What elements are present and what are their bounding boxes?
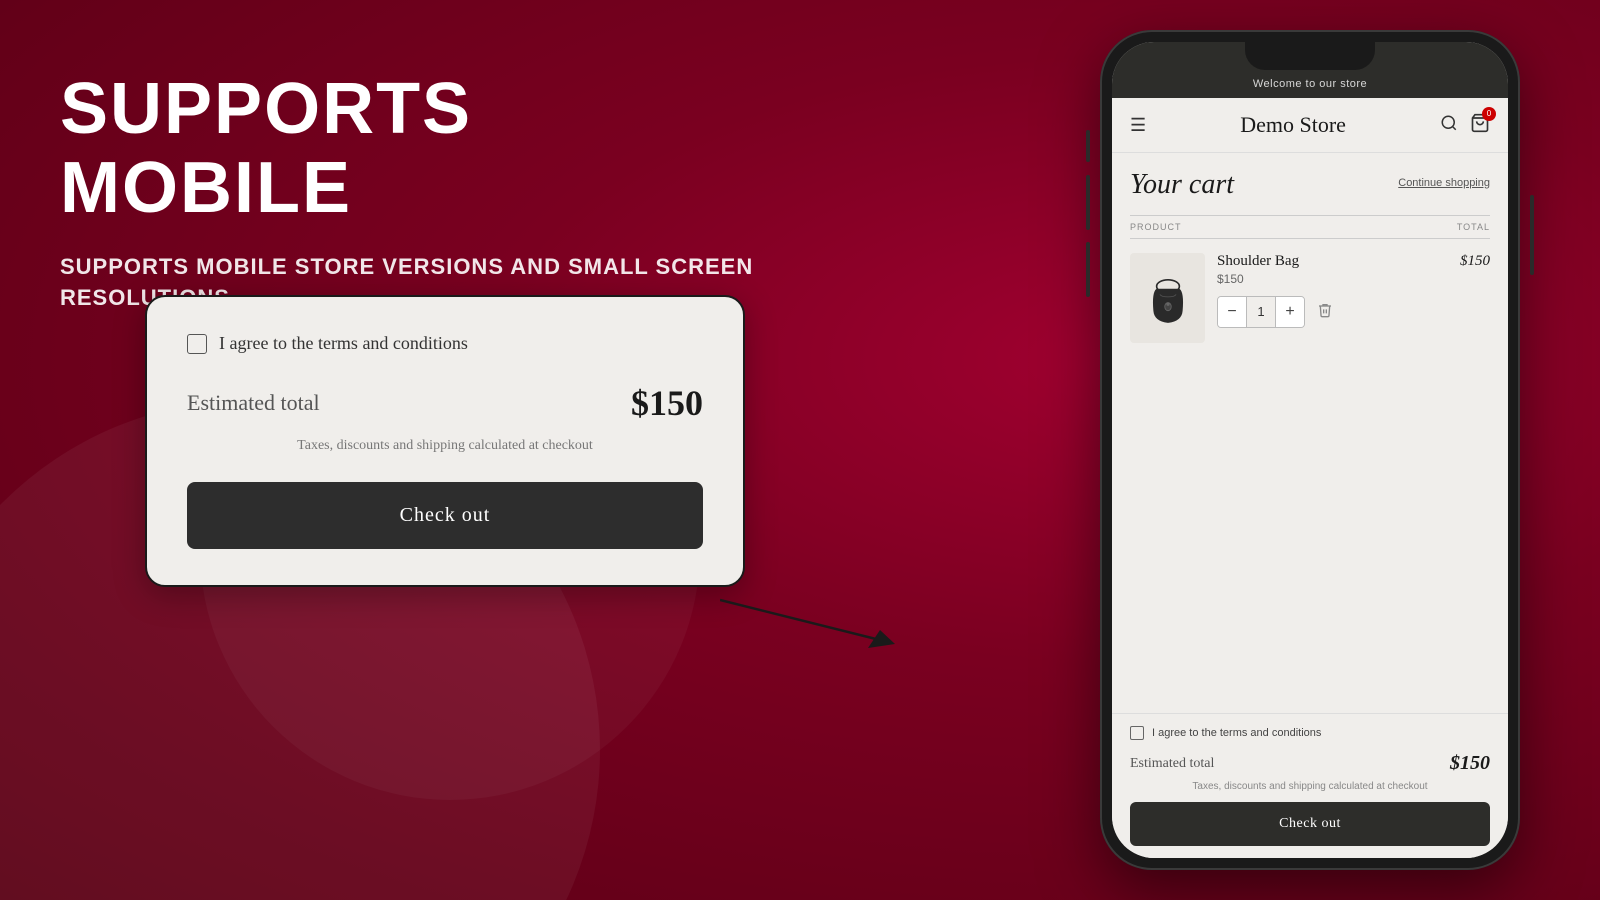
qty-decrease-button[interactable]: −: [1218, 297, 1246, 327]
phone-estimated-label: Estimated total: [1130, 756, 1214, 772]
card-total-amount: $150: [631, 382, 703, 424]
phone-screen: Welcome to our store ☰ Demo Store: [1112, 42, 1508, 858]
product-name-price-row: Shoulder Bag $150: [1217, 253, 1490, 272]
continue-shopping-link[interactable]: Continue shopping: [1398, 177, 1490, 189]
phone-terms-label: I agree to the terms and conditions: [1152, 727, 1321, 739]
header-icons: 0: [1440, 113, 1490, 138]
phone-total-row: Estimated total $150: [1130, 752, 1490, 775]
cart-content-area[interactable]: Your cart Continue shopping PRODUCT TOTA…: [1112, 153, 1508, 713]
phone-outer-shell: Welcome to our store ☰ Demo Store: [1100, 30, 1520, 870]
store-header: ☰ Demo Store: [1112, 98, 1508, 153]
product-image: [1130, 253, 1205, 343]
phone-total-amount: $150: [1450, 752, 1490, 775]
phone-tax-note: Taxes, discounts and shipping calculated…: [1130, 781, 1490, 792]
search-icon[interactable]: [1440, 114, 1458, 137]
phone-terms-row: I agree to the terms and conditions: [1130, 726, 1490, 740]
phone-screen-area: Welcome to our store ☰ Demo Store: [1112, 42, 1508, 858]
product-price-sub: $150: [1217, 272, 1490, 286]
cart-summary: I agree to the terms and conditions Esti…: [1112, 713, 1508, 858]
total-col-header: TOTAL: [1457, 222, 1490, 232]
store-name: Demo Store: [1240, 112, 1346, 138]
phone-terms-checkbox[interactable]: [1130, 726, 1144, 740]
product-details: Shoulder Bag $150 $150 − 1 +: [1217, 253, 1490, 343]
qty-increase-button[interactable]: +: [1276, 297, 1304, 327]
store-topbar-text: Welcome to our store: [1253, 78, 1367, 90]
product-row: Shoulder Bag $150 $150 − 1 +: [1130, 253, 1490, 343]
quantity-row: − 1 +: [1217, 296, 1490, 328]
cart-badge: 0: [1482, 107, 1496, 121]
cart-columns: PRODUCT TOTAL: [1130, 215, 1490, 239]
phone-side-button-right: [1530, 195, 1534, 275]
card-checkout-button[interactable]: Check out: [187, 482, 703, 549]
card-estimated-label: Estimated total: [187, 390, 320, 416]
quantity-control: − 1 +: [1217, 296, 1305, 328]
cart-title: Your cart: [1130, 169, 1234, 201]
phone-checkout-button[interactable]: Check out: [1130, 802, 1490, 846]
left-content-area: SUPPORTS MOBILE SUPPORTS MOBILE STORE VE…: [60, 70, 780, 314]
phone-side-button-3: [1086, 242, 1090, 297]
product-name: Shoulder Bag: [1217, 253, 1299, 270]
card-terms-checkbox[interactable]: [187, 334, 207, 354]
phone-side-button-1: [1086, 130, 1090, 162]
hamburger-icon[interactable]: ☰: [1130, 116, 1146, 134]
card-terms-row: I agree to the terms and conditions: [187, 333, 703, 354]
product-col-header: PRODUCT: [1130, 222, 1182, 232]
cart-header-row: Your cart Continue shopping: [1130, 169, 1490, 201]
phone-notch: [1245, 42, 1375, 70]
delete-item-button[interactable]: [1313, 298, 1337, 327]
card-total-row: Estimated total $150: [187, 382, 703, 424]
cart-icon[interactable]: 0: [1470, 113, 1490, 138]
product-price-right: $150: [1460, 253, 1490, 270]
main-heading: SUPPORTS MOBILE: [60, 70, 780, 228]
phone-mockup-container: Welcome to our store ☰ Demo Store: [1100, 30, 1520, 870]
floating-card: I agree to the terms and conditions Esti…: [145, 295, 745, 587]
qty-value: 1: [1246, 297, 1276, 327]
card-tax-note: Taxes, discounts and shipping calculated…: [187, 438, 703, 454]
phone-side-button-2: [1086, 175, 1090, 230]
card-terms-label: I agree to the terms and conditions: [219, 333, 468, 354]
bag-illustration: [1143, 266, 1193, 331]
